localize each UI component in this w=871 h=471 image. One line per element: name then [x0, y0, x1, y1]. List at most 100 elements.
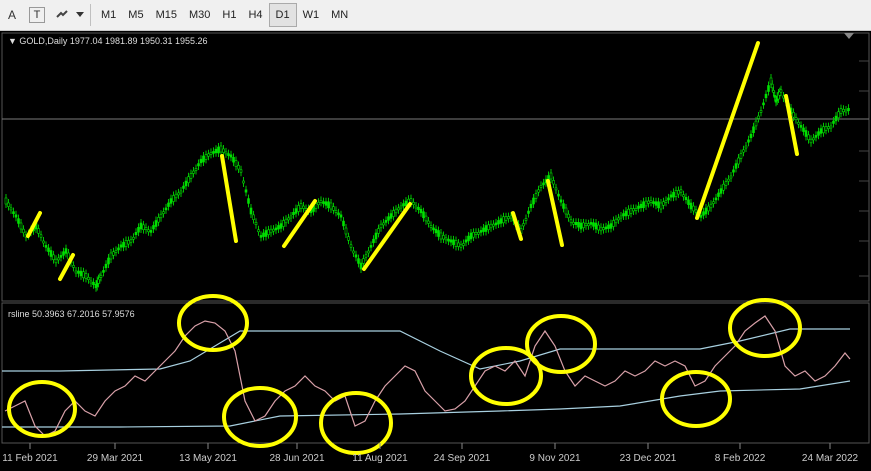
candle-body: [779, 89, 783, 93]
candle-body: [324, 201, 328, 206]
candle-body: [742, 149, 745, 153]
candle-body: [842, 109, 845, 113]
candle-body: [22, 228, 25, 234]
timeframe-h4[interactable]: H4: [242, 4, 268, 26]
candle-body: [679, 189, 683, 193]
timeframe-h1[interactable]: H1: [216, 4, 242, 26]
rsi-upper-band: [2, 328, 850, 372]
x-axis-label: 24 Sep 2021: [434, 453, 491, 464]
candle-body: [609, 223, 613, 229]
candle-body: [279, 223, 283, 229]
candle-body: [464, 239, 468, 243]
candle-body: [52, 254, 55, 260]
candle-body: [452, 239, 455, 245]
chart-area[interactable]: ▼ GOLD,Daily 1977.04 1981.89 1950.31 195…: [0, 31, 871, 466]
candle-body: [652, 201, 655, 204]
candle-body: [99, 275, 103, 278]
candle-body: [17, 218, 20, 224]
candle-body: [294, 208, 298, 214]
candle-body: [552, 180, 555, 185]
candle-body: [144, 227, 148, 231]
candle-body: [632, 208, 635, 212]
candle-body: [317, 202, 320, 206]
candle-body: [102, 270, 105, 273]
candle-body: [724, 181, 728, 186]
candle-body: [527, 210, 530, 214]
timeframe-group: M1 M5 M15 M30 H1 H4 D1 W1 MN: [95, 3, 354, 27]
candle-body: [659, 202, 663, 210]
candle-body: [559, 199, 563, 203]
candle-body: [392, 210, 395, 217]
text-t-icon[interactable]: T: [29, 7, 45, 23]
candle-body: [132, 236, 135, 240]
chart-canvas[interactable]: ▼ GOLD,Daily 1977.04 1981.89 1950.31 195…: [0, 31, 871, 466]
candle-body: [569, 219, 573, 223]
candle-body: [204, 154, 208, 160]
candle-body: [222, 148, 225, 153]
candle-body: [114, 250, 118, 253]
candle-body: [772, 90, 775, 93]
timeframe-d1[interactable]: D1: [268, 3, 297, 27]
candle-body: [84, 273, 88, 279]
candle-body: [429, 225, 433, 228]
timeframe-m5[interactable]: M5: [122, 4, 149, 26]
x-axis-label: 29 Mar 2021: [87, 453, 144, 464]
annotation-circle: [660, 370, 732, 428]
timeframe-m15[interactable]: M15: [150, 4, 183, 26]
candle-body: [242, 180, 245, 184]
candle-body: [389, 213, 393, 219]
candle-body: [617, 217, 620, 221]
candle-body: [639, 203, 643, 209]
candle-body: [224, 151, 228, 155]
candle-body: [62, 251, 65, 256]
timeframe-w1[interactable]: W1: [297, 4, 326, 26]
candle-body: [447, 238, 450, 242]
candle-body: [164, 207, 168, 211]
candle-body: [282, 220, 285, 227]
timeframe-m1[interactable]: M1: [95, 4, 122, 26]
x-axis-label: 11 Feb 2021: [2, 453, 58, 464]
dropdown-arrow-icon[interactable]: [74, 4, 86, 26]
candle-body: [654, 201, 658, 206]
candle-body: [797, 121, 800, 125]
candle-body: [414, 205, 418, 209]
candle-body: [707, 205, 710, 212]
candle-body: [734, 163, 738, 169]
candle-body: [404, 200, 408, 207]
candle-body: [689, 202, 693, 210]
candle-body: [792, 112, 795, 118]
candle-body: [744, 145, 748, 149]
candle-body: [699, 215, 703, 218]
text-a-icon[interactable]: A: [0, 4, 24, 26]
annotation-stroke: [58, 253, 75, 281]
candle-body: [694, 209, 698, 213]
candle-body: [104, 263, 108, 269]
candle-body: [584, 223, 588, 227]
candle-body: [739, 153, 743, 159]
candle-body: [844, 109, 848, 113]
candle-body: [587, 223, 590, 227]
candle-body: [487, 224, 490, 230]
x-axis-label: 13 May 2021: [179, 453, 237, 464]
candle-body: [327, 201, 330, 209]
timeframe-mn[interactable]: MN: [325, 4, 354, 26]
candle-body: [612, 220, 615, 227]
candle-body: [267, 229, 270, 235]
candle-body: [287, 217, 290, 221]
candle-body: [199, 158, 203, 164]
candle-body: [704, 207, 708, 215]
candle-body: [249, 207, 253, 215]
candle-body: [169, 198, 173, 204]
candle-body: [357, 258, 360, 264]
candle-body: [117, 247, 120, 251]
shapes-icon[interactable]: [50, 4, 74, 26]
timeframe-m30[interactable]: M30: [183, 4, 216, 26]
candle-body: [197, 163, 200, 167]
candle-body: [314, 203, 318, 209]
candle-body: [14, 214, 18, 218]
candle-body: [369, 245, 373, 248]
candle-body: [214, 148, 218, 154]
candle-body: [319, 200, 323, 203]
candle-body: [39, 234, 43, 238]
candle-body: [74, 270, 78, 274]
